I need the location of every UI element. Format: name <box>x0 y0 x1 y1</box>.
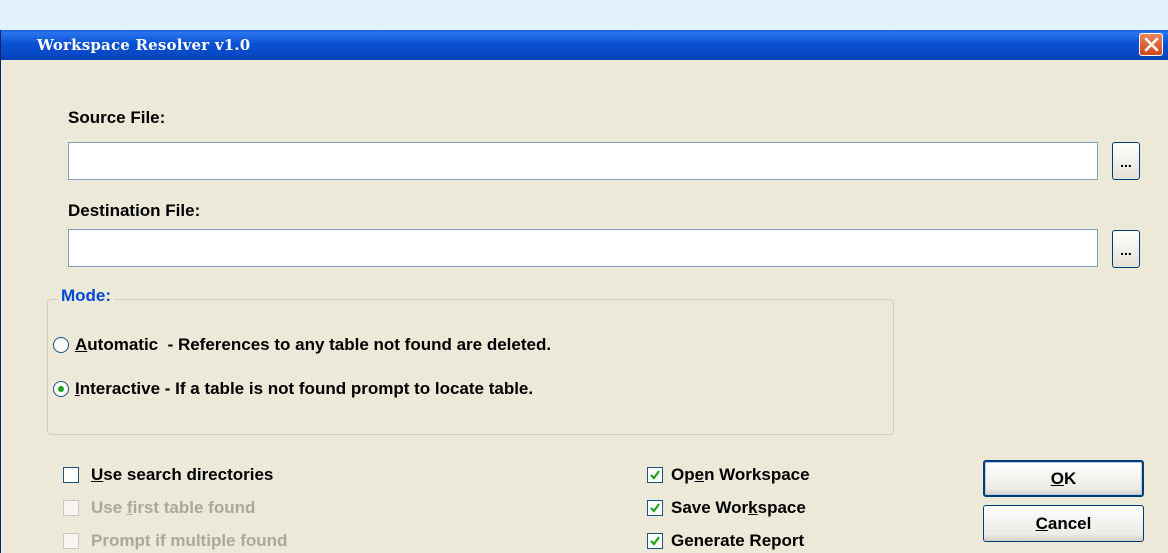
title-bar[interactable]: Workspace Resolver v1.0 <box>1 30 1168 60</box>
open-ws-mnemonic: e <box>694 465 705 484</box>
open-ws-pre: Op <box>671 465 695 484</box>
open-workspace-label[interactable]: Open Workspace <box>671 465 810 485</box>
automatic-option-label[interactable]: Automatic - References to any table not … <box>75 335 551 355</box>
use-first-table-checkbox[interactable] <box>63 500 79 516</box>
use-search-mnemonic: U <box>91 465 104 484</box>
destination-browse-button[interactable]: ... <box>1112 230 1140 268</box>
close-icon <box>1144 37 1159 52</box>
use-search-directories-checkbox[interactable] <box>63 467 79 483</box>
automatic-radio[interactable] <box>53 337 69 353</box>
close-button[interactable] <box>1139 33 1163 56</box>
automatic-text: utomatic - References to any table not f… <box>87 335 552 354</box>
source-file-label: Source File: <box>68 108 166 127</box>
open-workspace-checkbox[interactable] <box>647 467 663 483</box>
use-first-table-label[interactable]: Use first table found <box>91 498 255 518</box>
save-workspace-label[interactable]: Save Workspace <box>671 498 806 518</box>
interactive-radio[interactable] <box>53 381 69 397</box>
interactive-text: nteractive - If a table is not found pro… <box>79 379 534 398</box>
use-first-pre: Use <box>91 498 127 517</box>
generate-report-label[interactable]: Generate Report <box>671 531 804 551</box>
save-ws-pre: Save Wor <box>671 498 749 517</box>
mode-groupbox <box>47 299 894 435</box>
save-ws-text: space <box>757 498 806 517</box>
checkmark-icon <box>650 503 660 513</box>
prompt-multiple-label[interactable]: Prompt if multiple found <box>91 531 287 551</box>
cancel-mnemonic: C <box>1035 514 1048 533</box>
dialog-window: Workspace Resolver v1.0 Source File: ...… <box>0 30 1168 553</box>
source-browse-button[interactable]: ... <box>1112 142 1140 180</box>
window-title: Workspace Resolver v1.0 <box>37 36 251 54</box>
source-file-input[interactable] <box>68 142 1098 180</box>
ok-mnemonic: O <box>1050 469 1064 488</box>
cancel-text: ancel <box>1047 514 1092 533</box>
use-search-text: se search directories <box>103 465 274 484</box>
use-first-text: irst table found <box>132 498 256 517</box>
ok-button[interactable]: OK <box>983 460 1144 497</box>
checkmark-icon <box>650 536 660 546</box>
interactive-option-label[interactable]: Interactive - If a table is not found pr… <box>75 379 533 399</box>
destination-file-input[interactable] <box>68 229 1098 267</box>
checkmark-icon <box>650 470 660 480</box>
destination-file-label: Destination File: <box>68 201 201 220</box>
cancel-button[interactable]: Cancel <box>983 505 1144 542</box>
save-ws-mnemonic: k <box>748 498 758 517</box>
ok-text: K <box>1063 469 1077 488</box>
use-search-directories-label[interactable]: Use search directories <box>91 465 273 485</box>
prompt-multiple-checkbox[interactable] <box>63 533 79 549</box>
generate-report-checkbox[interactable] <box>647 533 663 549</box>
automatic-mnemonic: A <box>75 335 88 354</box>
open-ws-text: n Workspace <box>704 465 810 484</box>
mode-legend: Mode: <box>58 286 115 306</box>
save-workspace-checkbox[interactable] <box>647 500 663 516</box>
